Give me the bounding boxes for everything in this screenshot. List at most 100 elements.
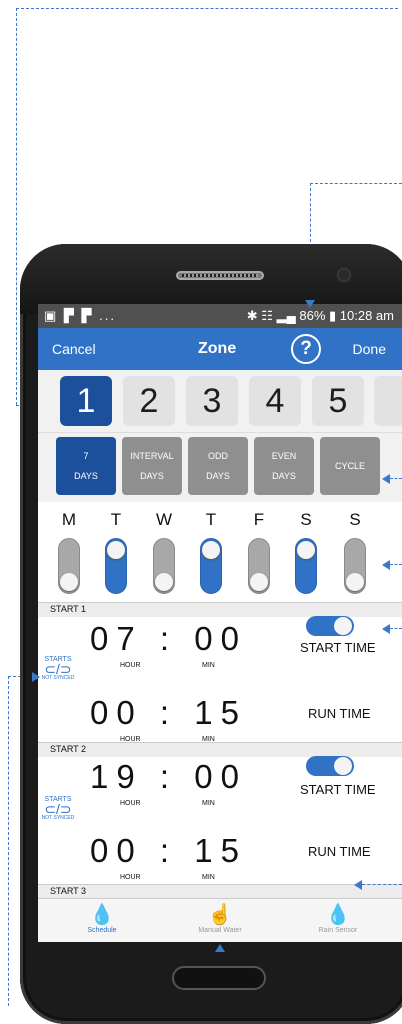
callout-line-battery-top bbox=[310, 183, 402, 184]
start-2-sync-link[interactable]: STARTS ⊂/⊃ NOT SYNCED bbox=[40, 796, 76, 821]
mode-label-line2: DAYS bbox=[74, 471, 98, 481]
weekday-toggles: M T W T F S S bbox=[38, 502, 402, 602]
day-label-sat: S bbox=[300, 510, 312, 529]
start-1-min-label: MIN bbox=[202, 662, 215, 669]
start-1-run-time[interactable]: 00 : 15 bbox=[90, 694, 247, 732]
mode-interval-days-button[interactable]: INTERVAL DAYS bbox=[122, 437, 182, 495]
hand-pointer-icon: ☝ bbox=[207, 904, 233, 926]
start-2-run-time[interactable]: 00 : 15 bbox=[90, 832, 247, 870]
nav-bar: Cancel Zone ? Done bbox=[38, 328, 402, 370]
start-1-header: START 1 bbox=[38, 602, 402, 617]
callout-line-modes bbox=[390, 478, 402, 479]
toggle-tue[interactable] bbox=[105, 538, 127, 594]
start-1-label: START 1 bbox=[50, 604, 87, 614]
zone-4-button[interactable]: 4 bbox=[249, 376, 301, 426]
sync-status-label: NOT SYNCED bbox=[41, 815, 75, 821]
bottom-tab-bar: 💧 Schedule ☝ Manual Water 💧 Rain Sensor bbox=[38, 898, 402, 942]
mode-label-line1: CYCLE bbox=[334, 461, 365, 471]
mode-label-line2: DAYS bbox=[140, 471, 164, 481]
callout-arrow-modes bbox=[382, 474, 390, 484]
mode-cycle-button[interactable]: CYCLE bbox=[320, 437, 380, 495]
toggle-fri[interactable] bbox=[248, 538, 270, 594]
tab-manual-water[interactable]: ☝ Manual Water bbox=[170, 903, 270, 934]
toggle-wed[interactable] bbox=[153, 538, 175, 594]
day-label-tue: T bbox=[110, 510, 122, 529]
zone-3-button[interactable]: 3 bbox=[186, 376, 238, 426]
status-bar: ▣ ▛ ▛ ... ✱ ☷ ▂▄ 86% ▮ 10:28 am bbox=[38, 304, 402, 328]
start-2-min-label: MIN bbox=[202, 800, 215, 807]
zone-selector: 1 2 3 4 5 bbox=[38, 370, 402, 432]
callout-line-toggle bbox=[390, 628, 402, 629]
start-2-run-time-label: RUN TIME bbox=[308, 844, 371, 859]
toggle-knob bbox=[202, 541, 220, 559]
start-2-enable-toggle[interactable] bbox=[306, 756, 354, 776]
callout-line-rain bbox=[362, 884, 402, 885]
callout-line-top bbox=[16, 8, 398, 9]
toggle-knob bbox=[107, 541, 125, 559]
start-1-run-time-label: RUN TIME bbox=[308, 706, 371, 721]
mode-even-days-button[interactable]: EVEN DAYS bbox=[254, 437, 314, 495]
mode-label-line1: EVEN bbox=[271, 451, 297, 461]
cancel-button[interactable]: Cancel bbox=[52, 341, 96, 357]
start-1-enable-toggle[interactable] bbox=[306, 616, 354, 636]
tab-schedule[interactable]: 💧 Schedule bbox=[52, 903, 152, 934]
start-3-header: START 3 bbox=[38, 884, 402, 899]
link-broken-icon: ⊂/⊃ bbox=[44, 801, 72, 817]
start-2-run-hour-label: HOUR bbox=[120, 874, 141, 881]
schedule-mode-selector: 7 DAYS INTERVAL DAYS ODD DAYS EVEN DAYS CYCL… bbox=[38, 432, 402, 503]
toggle-knob bbox=[346, 573, 364, 591]
phone-screen: ▣ ▛ ▛ ... ✱ ☷ ▂▄ 86% ▮ 10:28 am Cancel Z… bbox=[38, 304, 402, 942]
callout-line-sync bbox=[8, 676, 9, 1006]
toggle-thu[interactable] bbox=[200, 538, 222, 594]
start-2-hour-label: HOUR bbox=[120, 800, 141, 807]
toggle-sat[interactable] bbox=[295, 538, 317, 594]
mode-label-line1: INTERVAL bbox=[130, 451, 174, 461]
toggle-knob bbox=[334, 757, 352, 775]
mode-odd-days-button[interactable]: ODD DAYS bbox=[188, 437, 248, 495]
callout-arrow-days bbox=[382, 560, 390, 570]
start-1-hour-label: HOUR bbox=[120, 662, 141, 669]
mode-label-line1: ODD bbox=[208, 451, 228, 461]
home-button[interactable] bbox=[172, 966, 266, 990]
day-label-wed: W bbox=[155, 510, 173, 529]
start-2-start-time[interactable]: 19 : 00 bbox=[90, 758, 247, 796]
toggle-knob bbox=[155, 573, 173, 591]
zone-6-button-partial[interactable] bbox=[374, 376, 402, 426]
toggle-sun[interactable] bbox=[344, 538, 366, 594]
start-1-start-time[interactable]: 07 : 00 bbox=[90, 620, 247, 658]
help-icon[interactable]: ? bbox=[291, 334, 321, 364]
callout-line-days bbox=[390, 564, 402, 565]
link-broken-icon: ⊂/⊃ bbox=[44, 661, 72, 677]
zone-2-button[interactable]: 2 bbox=[123, 376, 175, 426]
toggle-mon[interactable] bbox=[58, 538, 80, 594]
mode-label-line2: DAYS bbox=[206, 471, 230, 481]
done-button[interactable]: Done bbox=[353, 341, 386, 357]
tab-manual-water-label: Manual Water bbox=[198, 927, 242, 934]
toggle-knob bbox=[334, 617, 352, 635]
mode-label-line1: 7 bbox=[83, 451, 89, 461]
start-2-run-min-label: MIN bbox=[202, 874, 215, 881]
zone-1-button[interactable]: 1 bbox=[60, 376, 112, 426]
toggle-knob bbox=[250, 573, 268, 591]
day-label-fri: F bbox=[253, 510, 265, 529]
sync-status-label: NOT SYNCED bbox=[41, 675, 75, 681]
start-2-start-time-label: START TIME bbox=[300, 782, 376, 797]
start-1-sync-link[interactable]: STARTS ⊂/⊃ NOT SYNCED bbox=[40, 656, 76, 681]
tab-rain-sensor[interactable]: 💧 Rain Sensor bbox=[288, 903, 388, 934]
callout-arrow-battery bbox=[305, 300, 315, 308]
day-label-thu: T bbox=[205, 510, 217, 529]
tab-schedule-label: Schedule bbox=[87, 927, 117, 934]
mode-7-days-button[interactable]: 7 DAYS bbox=[56, 437, 116, 495]
status-right-info: ✱ ☷ ▂▄ 86% ▮ 10:28 am bbox=[246, 308, 394, 323]
callout-arrow-rain bbox=[354, 880, 362, 890]
zone-5-button[interactable]: 5 bbox=[312, 376, 364, 426]
tab-rain-sensor-label: Rain Sensor bbox=[318, 927, 358, 934]
day-label-mon: M bbox=[61, 510, 77, 529]
day-label-sun: S bbox=[349, 510, 361, 529]
page-title: Zone bbox=[198, 340, 237, 357]
toggle-knob bbox=[297, 541, 315, 559]
start-3-label: START 3 bbox=[50, 886, 87, 896]
front-camera bbox=[337, 268, 351, 282]
callout-arrow-manual bbox=[215, 944, 225, 952]
water-drops-icon: 💧 bbox=[89, 904, 115, 926]
